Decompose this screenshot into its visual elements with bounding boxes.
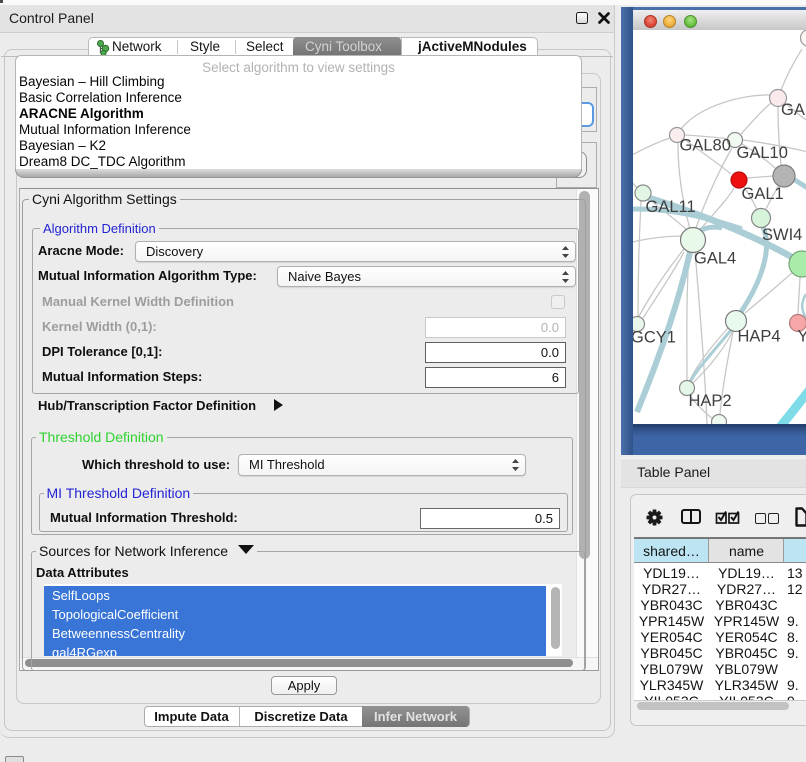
svg-text:YL: YL (798, 328, 806, 346)
svg-text:HAP4: HAP4 (738, 328, 781, 346)
svg-text:GAL2: GAL2 (781, 101, 806, 119)
svg-text:SWI4: SWI4 (762, 226, 802, 244)
svg-text:GAL1: GAL1 (742, 185, 784, 203)
svg-text:GAL4: GAL4 (694, 250, 736, 268)
svg-text:GAL11: GAL11 (646, 198, 696, 216)
svg-text:HAP2: HAP2 (689, 392, 732, 410)
svg-text:GAL10: GAL10 (737, 144, 788, 162)
svg-text:GAL80: GAL80 (680, 137, 731, 155)
svg-text:GCY1: GCY1 (633, 329, 676, 347)
